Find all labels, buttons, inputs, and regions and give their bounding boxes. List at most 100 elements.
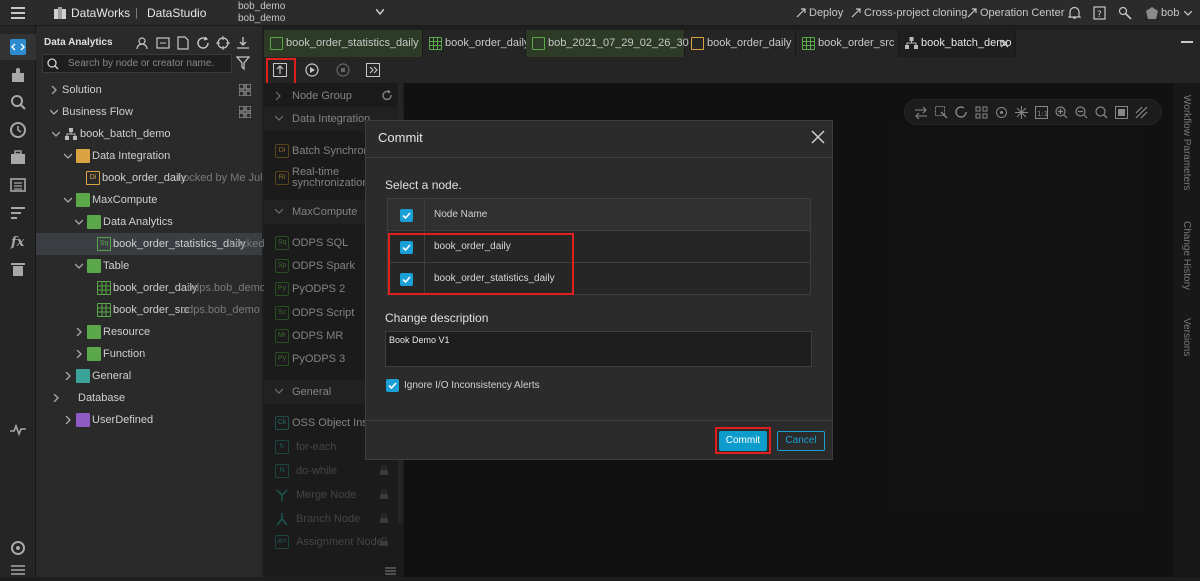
trash-icon[interactable] (9, 260, 27, 278)
bell-icon[interactable] (1068, 6, 1081, 20)
code-icon (10, 39, 26, 55)
tree-search-placeholder[interactable]: Search by node or creator name. (68, 58, 214, 69)
chevron-down-icon (75, 219, 83, 225)
workspace-display-name: bob_demo (238, 13, 286, 24)
table-folder-icon (87, 259, 101, 273)
tree-item-data-integration[interactable]: Data Integration (36, 145, 262, 167)
function-icon[interactable]: fx (9, 232, 27, 250)
tab-book-batch-demo[interactable]: book_batch_demo (899, 30, 1016, 57)
import-icon[interactable] (156, 36, 170, 50)
tree-search-box[interactable]: Search by node or creator name. (42, 54, 232, 73)
workflow-toolbar (264, 57, 1200, 83)
deploy-node-icon[interactable] (366, 63, 380, 77)
module-name: DataStudio (147, 6, 207, 20)
settings-wrench-icon[interactable] (1118, 6, 1132, 20)
sql-node-icon: Sq (97, 237, 111, 251)
chevron-down-icon[interactable] (376, 9, 384, 15)
gear-icon[interactable] (9, 539, 27, 557)
tab-book-order-src[interactable]: book_order_src (796, 30, 899, 57)
tree-item-label: book_order_daily (113, 282, 198, 294)
tab-label: book_order_daily (445, 37, 530, 49)
new-file-icon[interactable] (176, 36, 190, 50)
stop-icon[interactable] (336, 63, 350, 77)
tree-item-general[interactable]: General (36, 365, 262, 387)
more-tabs-icon[interactable] (1181, 41, 1193, 44)
new-user-icon[interactable] (136, 36, 150, 50)
data-analytics-icon (87, 215, 101, 229)
workflow-icon (905, 37, 918, 49)
tree-item-subtitle: odps.bob_demo (187, 282, 266, 294)
operation-center-icon (967, 8, 977, 18)
deploy-icon (796, 8, 806, 18)
general-icon (76, 369, 90, 383)
tree-item-database[interactable]: Database (36, 387, 262, 409)
data-development-rail-item[interactable] (0, 34, 36, 60)
select-all-checkbox[interactable] (400, 209, 413, 222)
tree-item-userdefined[interactable]: UserDefined (36, 409, 262, 431)
tree-item-business-flow[interactable]: Business Flow (36, 101, 262, 123)
tree-item-table-book-order-src[interactable]: book_order_src odps.bob_demo (36, 299, 262, 321)
commit-dialog: Commit Select a node. Node Name book_ord… (365, 120, 833, 460)
collapse-menu-icon[interactable] (9, 563, 27, 581)
tree-item-maxcompute[interactable]: MaxCompute (36, 189, 262, 211)
editor-tabs: book_order_statistics_daily book_order_d… (264, 30, 1200, 57)
tree-item-label: Solution (62, 84, 102, 96)
list-table-icon[interactable] (9, 176, 27, 194)
tree-item-label: book_order_daily (102, 172, 187, 184)
tree-item-data-analytics[interactable]: Data Analytics (36, 211, 262, 233)
user-avatar-icon[interactable] (1146, 7, 1158, 19)
search-icon[interactable] (9, 93, 27, 111)
help-icon[interactable]: ? (1093, 6, 1106, 20)
ignore-alerts-checkbox[interactable] (386, 379, 399, 392)
cross-project-cloning-link[interactable]: Cross-project cloning (864, 0, 967, 26)
maxcompute-icon (76, 193, 90, 207)
tree-item-label: Database (78, 392, 126, 404)
panel-title: Data Analytics (44, 37, 113, 48)
grid-icon[interactable] (239, 106, 251, 118)
user-chevron-down-icon[interactable] (1184, 11, 1192, 16)
tree-item-label: Table (103, 260, 130, 272)
tab-bob-2021-07-29[interactable]: bob_2021_07_29_02_26_30 (526, 30, 689, 57)
cancel-button[interactable]: Cancel (777, 431, 825, 451)
puzzle-icon[interactable] (9, 67, 27, 85)
filter-list-icon[interactable] (9, 204, 27, 222)
close-icon[interactable] (811, 130, 825, 144)
workspace-selector[interactable]: bob_demo bob_demo (238, 1, 285, 25)
brand-name: DataWorks (71, 6, 131, 20)
tab-book-order-daily-table[interactable]: book_order_daily (423, 30, 530, 57)
briefcase-icon[interactable] (9, 148, 27, 166)
close-icon[interactable] (1000, 39, 1009, 48)
tree-item-book-batch-demo[interactable]: book_batch_demo (36, 123, 262, 145)
tree-item-solution[interactable]: Solution (36, 79, 262, 101)
tree-item-function[interactable]: Function (36, 343, 262, 365)
di-node-icon: Di (86, 171, 100, 185)
download-icon[interactable] (236, 36, 250, 50)
data-integration-icon (76, 149, 90, 163)
tree-item-table[interactable]: Table (36, 255, 262, 277)
clock-icon[interactable] (9, 121, 27, 139)
pulse-icon[interactable] (9, 420, 27, 438)
tab-book-order-daily-di[interactable]: book_order_daily (685, 30, 796, 57)
tree-item-label: book_batch_demo (80, 128, 171, 140)
locate-icon[interactable] (216, 36, 230, 50)
chevron-down-icon (64, 153, 72, 159)
tree-item-label: Function (103, 348, 146, 360)
tree-item-book-order-statistics-daily[interactable]: Sq book_order_statistics_daily Locked (36, 233, 264, 255)
tab-book-order-statistics-daily[interactable]: book_order_statistics_daily (264, 30, 423, 57)
filter-icon[interactable] (236, 56, 250, 70)
change-description-input[interactable]: Book Demo V1 (385, 331, 812, 367)
grid-icon[interactable] (239, 84, 251, 96)
tree-item-di-book-order-daily[interactable]: Di book_order_daily Locked by Me Jul 29 (36, 167, 278, 189)
operation-center-link[interactable]: Operation Center (980, 0, 1064, 26)
tab-label: book_order_daily (707, 37, 792, 49)
deploy-link[interactable]: Deploy (809, 0, 843, 26)
chevron-right-icon (65, 372, 71, 380)
run-icon[interactable] (305, 63, 319, 77)
hamburger-menu-icon[interactable] (11, 7, 25, 19)
user-name[interactable]: bob (1161, 0, 1179, 26)
change-description-value: Book Demo V1 (389, 335, 450, 345)
tree-item-table-book-order-daily[interactable]: book_order_daily odps.bob_demo (36, 277, 266, 299)
refresh-icon[interactable] (196, 36, 210, 50)
tree-item-resource[interactable]: Resource (36, 321, 262, 343)
select-node-label: Select a node. (385, 178, 462, 192)
